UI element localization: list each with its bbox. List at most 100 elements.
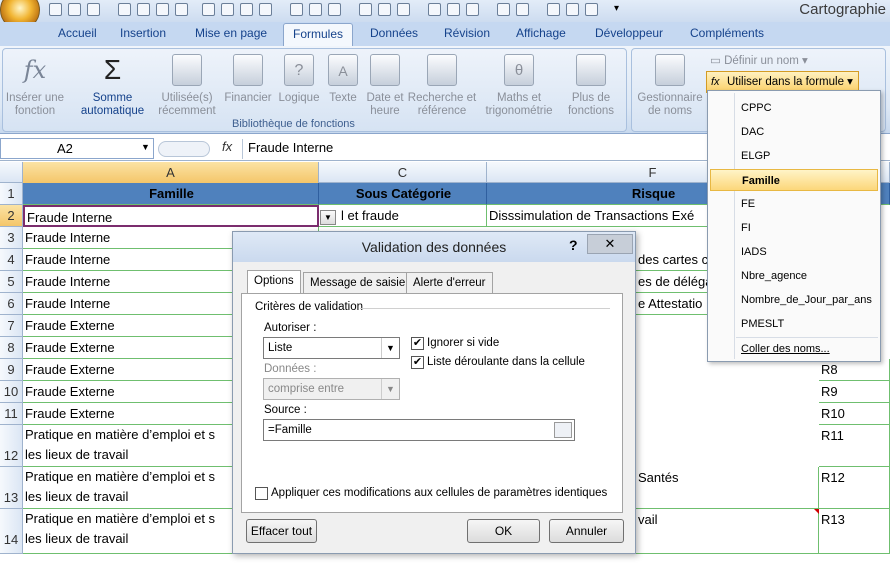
row-header[interactable]: 4 — [0, 249, 23, 271]
tab-developpeur[interactable]: Développeur — [595, 26, 663, 40]
autosum-button[interactable]: Σ Somme automatique — [75, 54, 150, 118]
header-cell-sous-categorie[interactable]: Sous Catégorie — [319, 183, 487, 205]
tab-insertion[interactable]: Insertion — [120, 26, 166, 40]
menu-item-fe[interactable]: FE — [710, 193, 878, 215]
save-icon[interactable] — [49, 3, 62, 16]
email-icon[interactable] — [175, 3, 188, 16]
row-header[interactable]: 9 — [0, 359, 23, 381]
spell-check-icon[interactable] — [328, 3, 341, 16]
open-icon[interactable] — [137, 3, 150, 16]
print-icon[interactable] — [466, 3, 479, 16]
name-box[interactable]: A2 — [0, 138, 154, 159]
cell-f[interactable]: Santés — [636, 467, 819, 509]
tab-message-de-saisie[interactable]: Message de saisie — [303, 272, 413, 294]
format-icon[interactable] — [566, 3, 579, 16]
tab-affichage[interactable]: Affichage — [516, 26, 566, 40]
tab-donnees[interactable]: Données — [370, 26, 418, 40]
sort-icon[interactable] — [240, 3, 253, 16]
new-icon[interactable] — [156, 3, 169, 16]
tab-accueil[interactable]: Accueil — [58, 26, 97, 40]
clipboard-icon[interactable] — [221, 3, 234, 16]
cell-g[interactable]: R13 — [819, 509, 890, 554]
grid-icon[interactable] — [497, 3, 510, 16]
apply-all-checkbox[interactable] — [255, 487, 268, 500]
row-header[interactable]: 13 — [0, 467, 23, 509]
clear-all-button[interactable]: Effacer tout — [246, 519, 317, 543]
menu-item-elgp[interactable]: ELGP — [710, 145, 878, 167]
menu-item-cppc[interactable]: CPPC — [710, 97, 878, 119]
undo-icon[interactable] — [68, 3, 81, 16]
active-cell-a2[interactable]: Fraude Interne — [23, 205, 319, 227]
settings-icon[interactable] — [378, 3, 391, 16]
tab-alerte-erreur[interactable]: Alerte d'erreur — [406, 272, 493, 294]
table-icon[interactable] — [447, 3, 460, 16]
financial-button[interactable]: Financier — [222, 54, 274, 105]
cancel-button[interactable]: Annuler — [549, 519, 624, 543]
fx-icon[interactable]: fx — [222, 139, 232, 154]
allow-select[interactable]: Liste ▼ — [263, 337, 400, 359]
column-header-c[interactable]: C — [319, 162, 487, 183]
print-preview-icon[interactable] — [118, 3, 131, 16]
lock-icon[interactable] — [397, 3, 410, 16]
close-button[interactable]: ✕ — [587, 234, 633, 254]
row-header[interactable]: 6 — [0, 293, 23, 315]
tab-options[interactable]: Options — [247, 270, 301, 294]
bold-icon[interactable] — [547, 3, 560, 16]
tab-revision[interactable]: Révision — [444, 26, 490, 40]
menu-item-famille[interactable]: Famille — [710, 169, 878, 191]
row-header[interactable]: 10 — [0, 381, 23, 403]
row-header[interactable]: 7 — [0, 315, 23, 337]
cell-g[interactable]: R11 — [819, 425, 890, 467]
tab-formules[interactable]: Formules — [283, 23, 353, 47]
row-header[interactable]: 12 — [0, 425, 23, 467]
cell-c2[interactable]: l et fraude — [319, 205, 487, 227]
row-header[interactable]: 2 — [0, 205, 23, 227]
menu-item-iads[interactable]: IADS — [710, 241, 878, 263]
ok-button[interactable]: OK — [467, 519, 540, 543]
row-header[interactable]: 11 — [0, 403, 23, 425]
formula-input[interactable]: Fraude Interne — [248, 140, 333, 155]
cell-g[interactable]: R9 — [819, 381, 890, 403]
paste-names-item[interactable]: Coller des noms... — [710, 338, 878, 360]
menu-item-nbre-agence[interactable]: Nbre_agence — [710, 265, 878, 287]
name-manager-button[interactable]: Gestionnaire de noms — [634, 54, 706, 118]
formula-bar-expand-handle[interactable] — [158, 141, 210, 157]
recent-button[interactable]: Utilisée(s) récemment — [152, 54, 222, 118]
list-dropdown-arrow-icon[interactable]: ▼ — [320, 210, 336, 225]
logical-button[interactable]: ? Logique — [274, 54, 324, 105]
cell-f[interactable]: vail — [636, 509, 819, 554]
menu-item-pmeslt[interactable]: PMESLT — [710, 313, 878, 335]
cell-g[interactable]: R8 — [819, 359, 890, 381]
menu-item-fi[interactable]: FI — [710, 217, 878, 239]
text-button[interactable]: A Texte — [324, 54, 362, 105]
select-all-corner[interactable] — [0, 162, 23, 183]
cell-g[interactable]: R12 — [819, 467, 890, 509]
lookup-button[interactable]: Recherche et référence — [406, 54, 478, 118]
filter-icon[interactable] — [259, 3, 272, 16]
redo-icon[interactable] — [87, 3, 100, 16]
column-header-a[interactable]: A — [23, 162, 319, 183]
header-cell-famille[interactable]: Famille — [23, 183, 319, 205]
ignore-blank-checkbox[interactable]: ✔ — [411, 337, 424, 350]
range-select-icon[interactable] — [554, 422, 572, 438]
insert-function-button[interactable]: fx Insérer une fonction — [4, 54, 66, 118]
name-box-dropdown-icon[interactable]: ▼ — [141, 142, 150, 152]
hyperlink-icon[interactable] — [428, 3, 441, 16]
customize-qat-icon[interactable]: ▾ — [614, 3, 619, 14]
menu-item-nombre-de-jour[interactable]: Nombre_de_Jour_par_ans — [710, 289, 878, 311]
more-functions-button[interactable]: Plus de fonctions — [558, 54, 624, 118]
camera-icon[interactable] — [309, 3, 322, 16]
chart-icon[interactable] — [290, 3, 303, 16]
row-header[interactable]: 3 — [0, 227, 23, 249]
tab-complements[interactable]: Compléments — [690, 26, 764, 40]
help-icon[interactable]: ? — [569, 237, 578, 253]
tab-mise-en-page[interactable]: Mise en page — [195, 26, 267, 40]
source-input[interactable]: =Famille — [263, 419, 575, 441]
row-header[interactable]: 1 — [0, 183, 23, 205]
define-name-button[interactable]: ▭ Définir un nom ▾ — [710, 53, 808, 67]
datetime-button[interactable]: Date et heure — [362, 54, 408, 118]
math-button[interactable]: θ Maths et trigonométrie — [478, 54, 560, 118]
row-header[interactable]: 8 — [0, 337, 23, 359]
in-cell-dropdown-checkbox[interactable]: ✔ — [411, 356, 424, 369]
apply-all-label[interactable]: Appliquer ces modifications aux cellules… — [271, 487, 607, 499]
